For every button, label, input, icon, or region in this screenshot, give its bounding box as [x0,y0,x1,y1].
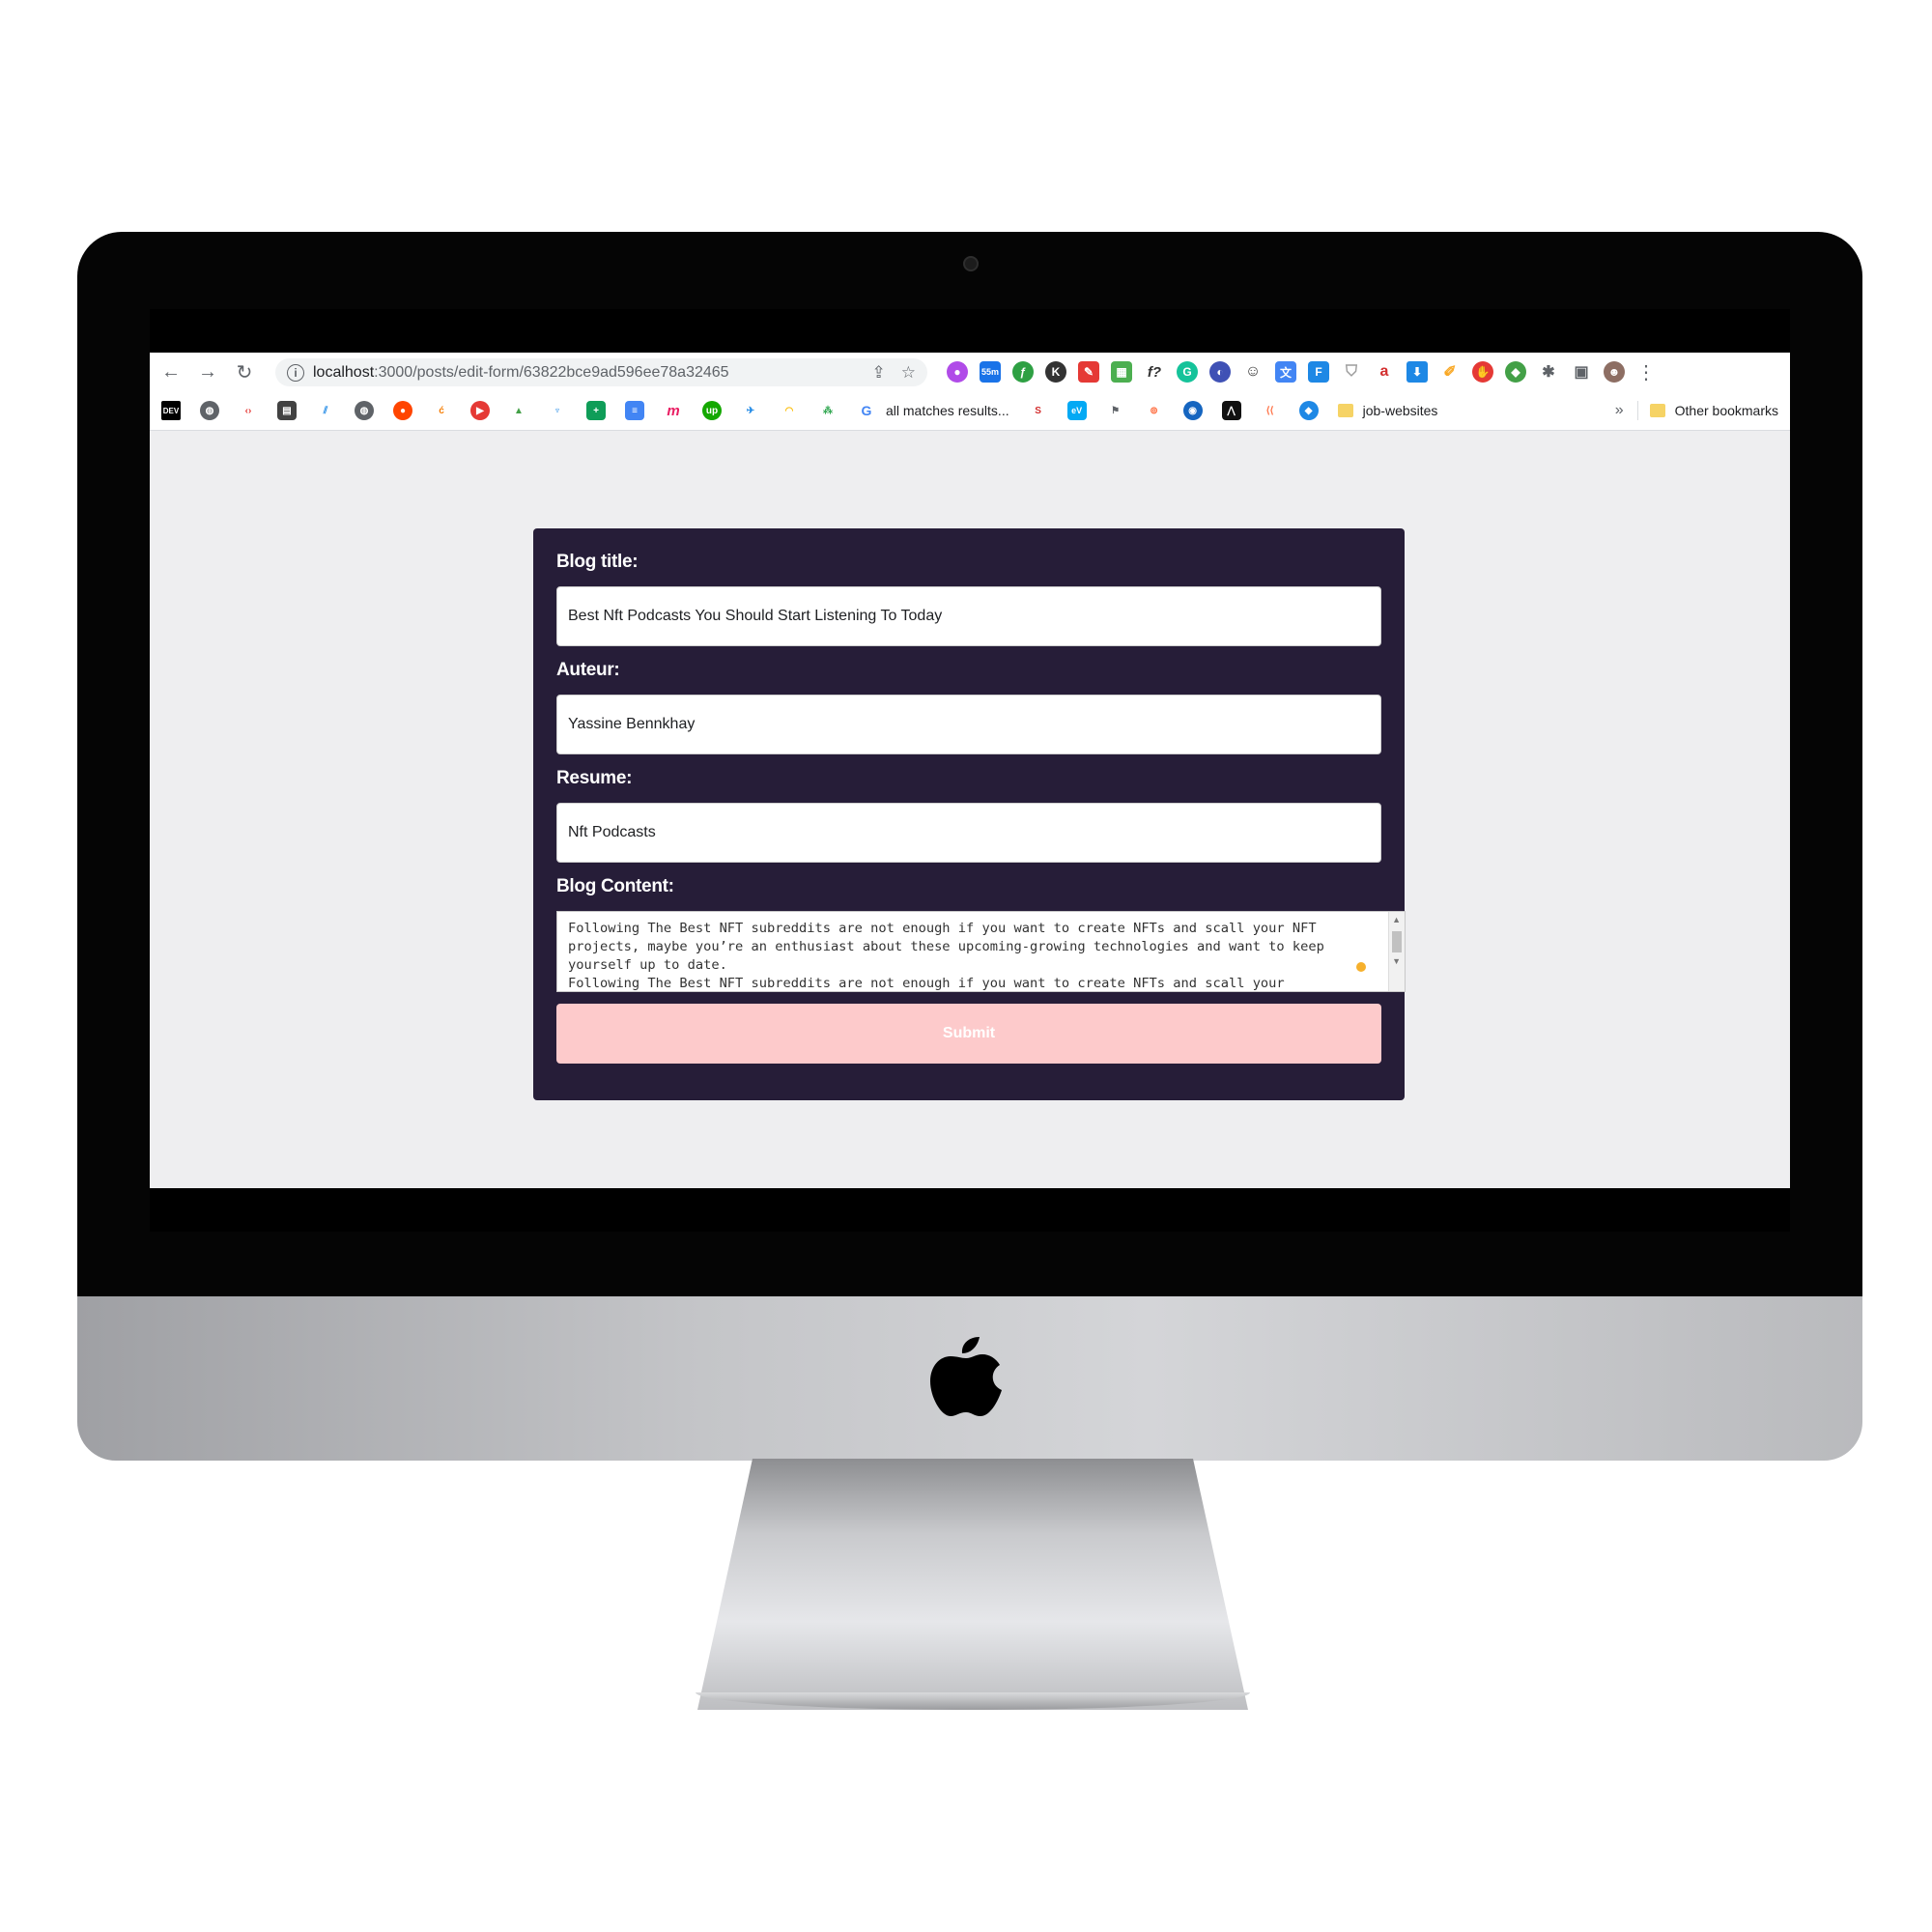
bookmarks-separator [1636,401,1638,420]
bookmark-globe-icon[interactable]: ◍ [200,401,219,420]
bookmark-bracket-icon[interactable]: ⟨⟨ [1261,401,1280,420]
bookmark-mountain-icon[interactable]: ▲ [509,401,528,420]
bookmark-flag-icon[interactable]: ⚑ [1106,401,1125,420]
extension-k-icon[interactable]: K [1045,361,1066,383]
bookmark-m-icon[interactable]: m [664,401,683,420]
blog-content-label: Blog Content: [556,876,674,896]
extension-blue-swirl-icon[interactable]: ◐ [1209,361,1231,383]
side-panel-icon[interactable]: ▣ [1571,361,1592,383]
blog-content-text: Following The Best NFT subreddits are no… [568,921,1324,991]
bookmark-code-icon[interactable]: ‹› [239,401,258,420]
url-path: :3000/posts/edit-form/63822bce9ad596ee78… [374,363,729,381]
extensions-puzzle-icon[interactable]: ✱ [1538,361,1559,383]
bookmark-folder-label[interactable]: job-websites [1363,403,1438,418]
screen: ← → ↻ i localhost:3000/posts/edit-form/6… [150,309,1790,1232]
extension-green-icon[interactable]: ƒ [1012,361,1034,383]
imac-stand [697,1459,1248,1710]
screen-top-strip [150,309,1790,353]
bookmark-red-circle-icon[interactable]: ▶ [470,401,490,420]
browser-menu-icon[interactable]: ⋮ [1636,360,1656,384]
blog-content-textarea[interactable]: Following The Best NFT subreddits are no… [556,911,1406,992]
bookmark-orange-icon[interactable]: ć [432,401,451,420]
browser-toolbar: ← → ↻ i localhost:3000/posts/edit-form/6… [150,353,1790,391]
blog-title-input[interactable]: Best Nft Podcasts You Should Start Liste… [556,586,1381,646]
bookmark-docs-icon[interactable]: ≡ [625,401,644,420]
bookmark-blue-lines-icon[interactable]: ⫽ [316,401,335,420]
bookmark-colorful-icon[interactable]: ◠ [780,401,799,420]
profile-avatar[interactable]: ☻ [1604,361,1625,383]
bookmark-dark-icon[interactable]: ▤ [277,401,297,420]
bookmark-ev-icon[interactable]: eV [1066,401,1087,420]
extension-download-icon[interactable]: ⬇ [1406,361,1428,383]
site-info-icon[interactable]: i [287,363,304,382]
grammar-indicator-icon[interactable] [1356,962,1366,972]
scroll-down-icon[interactable]: ▼ [1392,956,1401,966]
scroll-up-icon[interactable]: ▲ [1392,915,1401,924]
bookmark-text-item[interactable]: all matches results... [886,403,1009,418]
textarea-scrollbar[interactable]: ▲ ▼ [1388,912,1405,991]
blog-title-label: Blog title: [556,552,639,572]
extension-globe-icon[interactable]: ◆ [1505,361,1526,383]
bookmark-bird-icon[interactable]: ✈ [741,401,760,420]
extension-adblock-icon[interactable]: ✋ [1472,361,1493,383]
bookmark-upwork-icon[interactable]: up [702,401,722,420]
bookmark-sheets-icon[interactable]: + [586,401,606,420]
author-input[interactable]: Yassine Bennkhay [556,695,1381,754]
bookmark-cluster-icon[interactable]: ⁂ [818,401,838,420]
bookmark-bulb-icon[interactable]: ♆ [548,401,567,420]
bookmark-spiral-icon[interactable]: ⊚ [1145,401,1164,420]
extension-grid-icon[interactable]: ▦ [1111,361,1132,383]
extension-a-icon[interactable]: a [1374,361,1395,383]
bookmark-reddit-icon[interactable]: ● [393,401,412,420]
other-bookmarks-folder-icon [1649,404,1665,417]
bookmark-globe-2-icon[interactable]: ◍ [355,401,374,420]
extension-face-icon[interactable]: ☺ [1242,361,1264,383]
bookmark-dark-square-icon[interactable]: ⋀ [1221,401,1241,420]
extension-font-icon[interactable]: f? [1144,361,1165,383]
share-icon[interactable]: ⇪ [872,363,886,383]
extension-translate-icon[interactable]: 文 [1275,361,1296,383]
bookmark-diamond-icon[interactable]: ◆ [1298,401,1319,420]
extension-eyedropper-icon[interactable]: ✎ [1078,361,1099,383]
bookmark-s-icon[interactable]: S [1029,401,1048,420]
bookmarks-overflow-icon[interactable]: » [1615,402,1624,419]
extension-shield-icon[interactable]: ⛉ [1341,361,1362,383]
bookmark-google-icon[interactable]: G [857,401,876,420]
bookmark-blue-globe-icon[interactable]: ◉ [1182,401,1203,420]
bookmarks-bar: DEV ◍ ‹› ▤ ⫽ ◍ ● ć ▶ ▲ ♆ + ≡ m up ✈ ◠ ⁂ … [150,391,1790,431]
submit-button[interactable]: Submit [556,1004,1381,1064]
address-bar[interactable]: i localhost:3000/posts/edit-form/63822bc… [275,358,927,386]
scroll-thumb[interactable] [1392,931,1402,952]
address-url[interactable]: localhost:3000/posts/edit-form/63822bce9… [313,364,729,382]
resume-label: Resume: [556,768,633,788]
extension-grammarly-icon[interactable]: G [1177,361,1198,383]
bookmark-dev-icon[interactable]: DEV [161,401,181,420]
extension-highlighter-icon[interactable]: ✐ [1439,361,1461,383]
extensions-row: ● 55m ƒ K ✎ ▦ f? G ◐ ☺ 文 F ⛉ a ⬇ ✐ ✋ ◆ ✱… [947,353,1656,391]
browser-window: ← → ↻ i localhost:3000/posts/edit-form/6… [150,353,1790,1188]
reload-icon[interactable]: ↻ [229,356,260,387]
other-bookmarks-label[interactable]: Other bookmarks [1675,403,1778,418]
extension-purple-icon[interactable]: ● [947,361,968,383]
blog-edit-form: Blog title: Best Nft Podcasts You Should… [533,528,1406,1100]
resume-input[interactable]: Nft Podcasts [556,803,1381,863]
forward-arrow-icon[interactable]: → [192,356,223,387]
bookmark-folder-icon [1337,404,1353,417]
camera-icon [963,256,979,271]
apple-logo-icon [930,1337,1002,1416]
extension-timer-icon[interactable]: 55m [980,361,1001,383]
back-arrow-icon[interactable]: ← [156,356,186,387]
extension-fi-icon[interactable]: F [1308,361,1329,383]
url-host: localhost [313,363,375,381]
author-label: Auteur: [556,660,620,680]
bookmark-star-icon[interactable]: ☆ [901,363,916,383]
